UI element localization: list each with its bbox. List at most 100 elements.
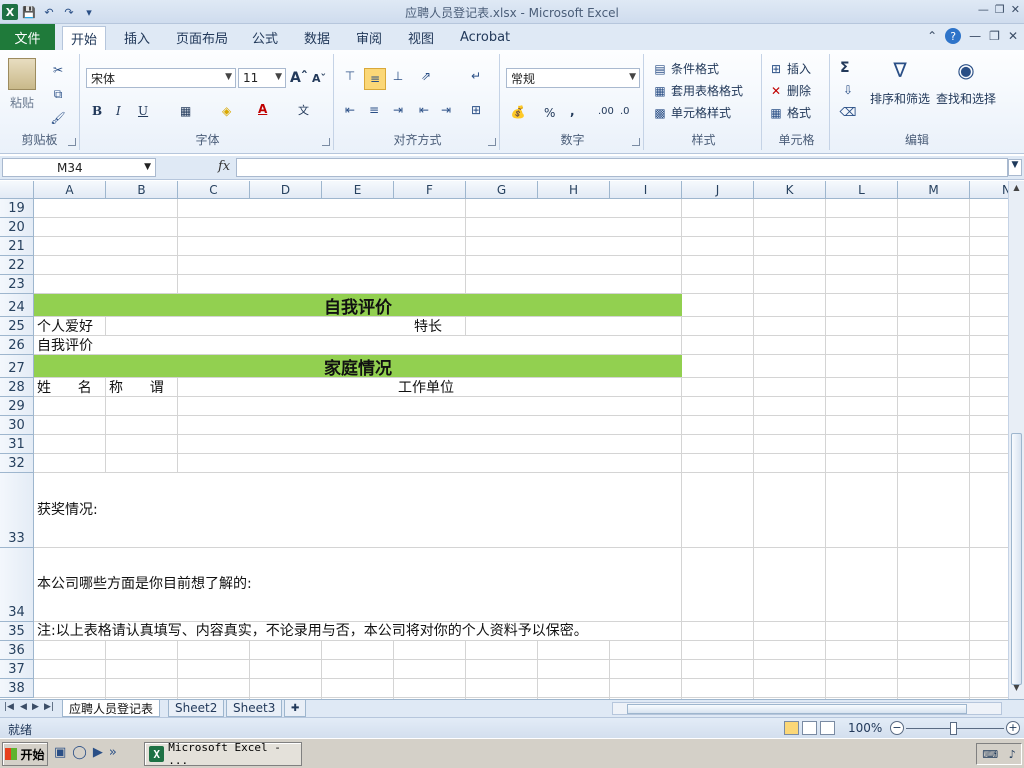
row-header-29[interactable]: 29 [0, 397, 34, 416]
close-icon[interactable]: ✕ [1011, 3, 1020, 16]
horizontal-scrollbar[interactable] [612, 702, 1002, 715]
delete-cells-button[interactable]: ✕ 删除 [768, 82, 811, 99]
row-header-30[interactable]: 30 [0, 416, 34, 435]
insert-sheet-icon[interactable]: ✚ [284, 700, 307, 717]
cell-specialty[interactable]: 特长 [414, 318, 442, 336]
sort-filter-button[interactable]: ∇ 排序和筛选 [870, 58, 930, 107]
cell-wants-to-know[interactable]: 本公司哪些方面是你目前想了解的: [37, 575, 252, 593]
tab-review[interactable]: 审阅 [348, 24, 390, 50]
find-select-button[interactable]: ◉ 查找和选择 [936, 58, 996, 107]
row-header-32[interactable]: 32 [0, 454, 34, 473]
select-all-corner[interactable] [0, 181, 34, 199]
column-header-d[interactable]: D [250, 181, 322, 199]
normal-view-icon[interactable] [784, 721, 799, 735]
orientation-icon[interactable]: ⇗ [418, 68, 434, 84]
cell-awards[interactable]: 获奖情况: [37, 501, 98, 519]
fill-icon[interactable]: ⇩ [840, 82, 856, 98]
restore-icon[interactable]: ❐ [995, 3, 1005, 16]
scroll-up-icon[interactable]: ▲ [1010, 183, 1023, 197]
next-sheet-icon[interactable]: ▶ [32, 702, 39, 712]
cell-work-unit[interactable]: 工作单位 [398, 379, 454, 397]
decrease-indent-icon[interactable]: ⇤ [416, 102, 432, 118]
bold-icon[interactable]: B [92, 104, 102, 118]
cell-title-label[interactable]: 称 谓 [109, 379, 164, 397]
column-header-c[interactable]: C [178, 181, 250, 199]
vertical-scroll-thumb[interactable] [1011, 433, 1022, 685]
paste-button[interactable]: 粘贴 [8, 58, 36, 111]
self-evaluation-header[interactable]: 自我评价 [34, 294, 682, 318]
cell-name-label[interactable]: 姓 名 [37, 379, 92, 397]
help-icon[interactable]: ? [945, 28, 962, 44]
row-header-19[interactable]: 19 [0, 199, 34, 218]
row-header-37[interactable]: 37 [0, 660, 34, 679]
column-header-n[interactable]: N [970, 181, 1008, 199]
tab-file[interactable]: 文件 [0, 24, 55, 50]
row-header-27[interactable]: 27 [0, 355, 34, 378]
italic-icon[interactable]: I [116, 104, 121, 118]
increase-indent-icon[interactable]: ⇥ [438, 102, 454, 118]
tab-data[interactable]: 数据 [296, 24, 338, 50]
sheet-tab-sheet2[interactable]: Sheet2 [168, 700, 225, 717]
column-header-f[interactable]: F [394, 181, 466, 199]
font-name-combo[interactable]: 宋体 ▼ [86, 68, 236, 88]
column-header-b[interactable]: B [106, 181, 178, 199]
collapse-ribbon-icon[interactable]: ⌃ [927, 29, 937, 43]
row-header-24[interactable]: 24 [0, 294, 34, 317]
row-header-38[interactable]: 38 [0, 679, 34, 698]
format-as-table-button[interactable]: ▦ 套用表格格式 [652, 82, 743, 99]
format-painter-icon[interactable]: 🖌 [50, 110, 66, 126]
worksheet-grid[interactable]: A B C D E F G H I J K L M N 19 20 21 22 … [0, 181, 1008, 699]
conditional-format-button[interactable]: ▤ 条件格式 [652, 60, 719, 77]
minimize-icon[interactable]: — [978, 3, 989, 16]
column-header-l[interactable]: L [826, 181, 898, 199]
tab-insert[interactable]: 插入 [116, 24, 158, 50]
tab-page-layout[interactable]: 页面布局 [168, 24, 236, 50]
zoom-in-icon[interactable]: + [1006, 721, 1020, 735]
decrease-decimal-icon[interactable]: .0 [620, 106, 630, 117]
shrink-font-icon[interactable]: Aˇ [312, 72, 326, 85]
doc-restore-icon[interactable]: ❐ [989, 29, 1000, 43]
font-launcher-icon[interactable] [322, 138, 330, 146]
merge-center-icon[interactable]: ⊞ [468, 102, 484, 118]
scroll-down-icon[interactable]: ▼ [1010, 683, 1023, 697]
cell-note[interactable]: 注:以上表格请认真填写、内容真实，不论录用与否，本公司将对你的个人资料予以保密。 [37, 622, 588, 640]
column-header-e[interactable]: E [322, 181, 394, 199]
row-header-21[interactable]: 21 [0, 237, 34, 256]
number-launcher-icon[interactable] [632, 138, 640, 146]
row-header-23[interactable]: 23 [0, 275, 34, 294]
tab-view[interactable]: 视图 [400, 24, 442, 50]
row-header-25[interactable]: 25 [0, 317, 34, 336]
vertical-scrollbar[interactable]: ▲ ▼ [1008, 181, 1024, 699]
prev-sheet-icon[interactable]: ◀ [20, 702, 27, 712]
align-right-icon[interactable]: ⇥ [390, 102, 406, 118]
row-header-35[interactable]: 35 [0, 622, 34, 641]
align-left-icon[interactable]: ⇤ [342, 102, 358, 118]
row-header-28[interactable]: 28 [0, 378, 34, 397]
start-button[interactable]: 开始 [2, 742, 48, 766]
doc-close-icon[interactable]: ✕ [1008, 29, 1018, 43]
increase-decimal-icon[interactable]: .00 [598, 106, 614, 117]
cell-hobby[interactable]: 个人爱好 [37, 318, 93, 336]
format-cells-button[interactable]: ▦ 格式 [768, 104, 811, 121]
column-header-m[interactable]: M [898, 181, 970, 199]
borders-icon[interactable]: ▦ [180, 104, 191, 118]
keyboard-icon[interactable]: ⌨ [982, 748, 998, 761]
row-header-20[interactable]: 20 [0, 218, 34, 237]
doc-minimize-icon[interactable]: — [969, 29, 981, 43]
zoom-out-icon[interactable]: − [890, 721, 904, 735]
column-header-a[interactable]: A [34, 181, 106, 199]
wrap-text-icon[interactable]: ↵ [468, 68, 484, 84]
row-header-36[interactable]: 36 [0, 641, 34, 660]
first-sheet-icon[interactable]: |◀ [4, 702, 14, 712]
cut-icon[interactable]: ✂ [50, 62, 66, 78]
horizontal-scroll-thumb[interactable] [627, 704, 967, 714]
cell-styles-button[interactable]: ▩ 单元格样式 [652, 104, 731, 121]
font-color-icon[interactable]: A [258, 102, 267, 116]
underline-icon[interactable]: U [138, 104, 148, 118]
phonetic-icon[interactable]: 文 [298, 102, 309, 118]
alignment-launcher-icon[interactable] [488, 138, 496, 146]
zoom-slider[interactable]: − + [890, 721, 1020, 736]
row-header-26[interactable]: 26 [0, 336, 34, 355]
clear-icon[interactable]: ⌫ [840, 104, 857, 120]
tab-formulas[interactable]: 公式 [244, 24, 286, 50]
